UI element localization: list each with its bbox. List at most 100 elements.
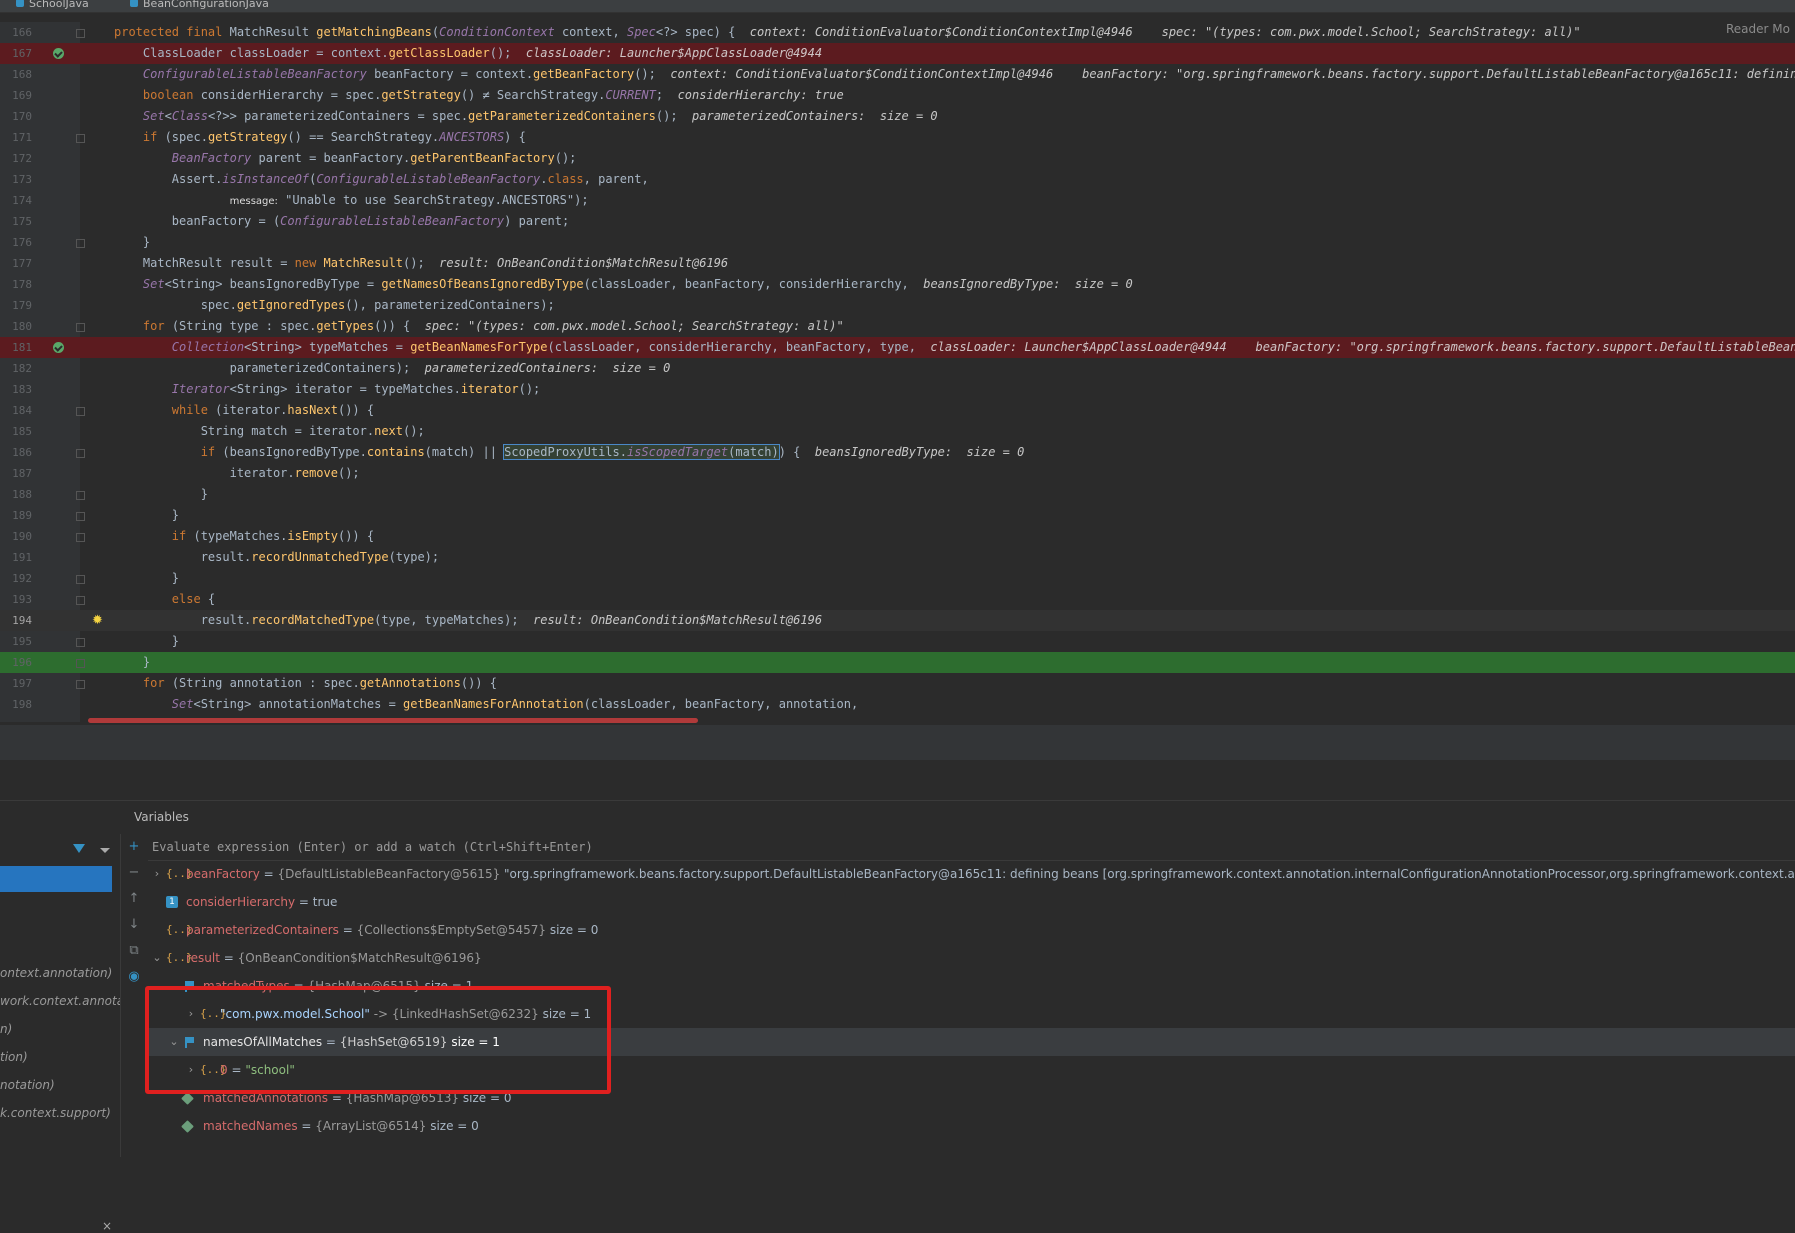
fold-icon[interactable] (76, 680, 85, 689)
line-number[interactable]: 170 (0, 106, 32, 127)
code-text[interactable]: else { (114, 589, 215, 610)
code-text[interactable]: ConfigurableListableBeanFactory beanFact… (114, 64, 1795, 85)
code-text[interactable]: if (spec.getStrategy() == SearchStrategy… (114, 127, 526, 148)
frame-item[interactable]: n) (0, 1022, 120, 1036)
variable-row[interactable]: {..} parameterizedContainers = {Collectio… (148, 916, 1795, 944)
line-number[interactable]: 181 (0, 337, 32, 358)
fold-icon[interactable] (76, 596, 85, 605)
code-text[interactable]: Collection<String> typeMatches = getBean… (114, 337, 1795, 358)
line-number[interactable]: 166 (0, 22, 32, 43)
code-text[interactable]: } (114, 505, 179, 526)
code-line[interactable]: 176 } (0, 232, 1795, 253)
line-number[interactable]: 169 (0, 85, 32, 106)
breakpoint-icon[interactable] (53, 342, 64, 353)
code-line[interactable]: 195 } (0, 631, 1795, 652)
line-number[interactable]: 178 (0, 274, 32, 295)
line-number[interactable]: 196 (0, 652, 32, 673)
code-text[interactable]: MatchResult result = new MatchResult(); … (114, 253, 728, 274)
code-line[interactable]: 167 ClassLoader classLoader = context.ge… (0, 43, 1795, 64)
line-number[interactable]: 179 (0, 295, 32, 316)
line-number[interactable]: 176 (0, 232, 32, 253)
reader-mode-button[interactable]: Reader Mo (1726, 22, 1790, 36)
code-line[interactable]: 183 Iterator<String> iterator = typeMatc… (0, 379, 1795, 400)
code-text[interactable]: String match = iterator.next(); (114, 421, 425, 442)
line-number[interactable]: 167 (0, 43, 32, 64)
code-text[interactable]: message: "Unable to use SearchStrategy.A… (114, 190, 589, 212)
line-number[interactable]: 195 (0, 631, 32, 652)
code-line[interactable]: 181 Collection<String> typeMatches = get… (0, 337, 1795, 358)
variable-row[interactable]: › {..} beanFactory = {DefaultListableBeanF… (148, 860, 1795, 888)
line-number[interactable]: 188 (0, 484, 32, 505)
code-text[interactable]: if (typeMatches.isEmpty()) { (114, 526, 374, 547)
collapse-icon[interactable]: ⌄ (169, 972, 179, 1000)
line-number[interactable]: 172 (0, 148, 32, 169)
variable-row[interactable]: ⌄ matchedTypes = {HashMap@6515} size = 1 (148, 972, 1795, 1000)
code-text[interactable]: Assert.isInstanceOf(ConfigurableListable… (114, 169, 649, 190)
line-number[interactable]: 174 (0, 190, 32, 211)
code-editor[interactable]: SchoolJava BeanConfigurationJava 166 prot… (0, 0, 1795, 730)
code-text[interactable]: Set<Class<?>> parameterizedContainers = … (114, 106, 938, 127)
fold-icon[interactable] (76, 659, 85, 668)
code-text[interactable]: while (iterator.hasNext()) { (114, 400, 374, 421)
frame-item[interactable]: tion) (0, 1050, 120, 1064)
add-watch-icon[interactable]: + (127, 840, 141, 854)
breakpoint-icon[interactable] (53, 48, 64, 59)
code-text[interactable]: parameterizedContainers); parameterizedC… (114, 358, 671, 379)
line-number[interactable]: 183 (0, 379, 32, 400)
evaluate-expression-input[interactable]: Evaluate expression (Enter) or add a wat… (148, 834, 1795, 861)
line-number[interactable]: 194 (0, 610, 32, 631)
variable-row[interactable]: ⌄ {..} result = {OnBeanCondition$MatchResu… (148, 944, 1795, 972)
code-text[interactable]: result.recordMatchedType(type, typeMatch… (114, 610, 822, 631)
code-text[interactable]: beanFactory = (ConfigurableListableBeanF… (114, 211, 569, 232)
code-line[interactable]: 186 if (beansIgnoredByType.contains(matc… (0, 442, 1795, 463)
frame-item[interactable]: ontext.annotation) (0, 966, 120, 980)
code-line[interactable]: 171 if (spec.getStrategy() == SearchStra… (0, 127, 1795, 148)
fold-icon[interactable] (76, 533, 85, 542)
remove-watch-icon[interactable]: − (127, 866, 141, 880)
line-number[interactable]: 177 (0, 253, 32, 274)
code-line[interactable]: 177 MatchResult result = new MatchResult… (0, 253, 1795, 274)
code-line[interactable]: 178 Set<String> beansIgnoredByType = get… (0, 274, 1795, 295)
code-line[interactable]: 194 ✹ result.recordMatchedType(type, type… (0, 610, 1795, 631)
fold-icon[interactable] (76, 575, 85, 584)
eye-icon[interactable]: ◉ (127, 970, 141, 984)
move-up-icon[interactable]: ↑ (127, 892, 141, 906)
code-line[interactable]: 197 for (String annotation : spec.getAnn… (0, 673, 1795, 694)
code-line[interactable]: 175 beanFactory = (ConfigurableListableB… (0, 211, 1795, 232)
fold-icon[interactable] (76, 491, 85, 500)
code-text[interactable]: boolean considerHierarchy = spec.getStra… (114, 85, 844, 106)
code-text[interactable]: for (String type : spec.getTypes()) { sp… (114, 316, 844, 337)
code-line[interactable]: 185 String match = iterator.next(); (0, 421, 1795, 442)
code-line[interactable]: 188 } (0, 484, 1795, 505)
tab-bean-configuration-java[interactable]: BeanConfigurationJava (130, 0, 269, 10)
selected-frame[interactable] (0, 866, 112, 892)
copy-icon[interactable]: ⧉ (127, 944, 141, 958)
line-number[interactable]: 191 (0, 547, 32, 568)
collapse-icon[interactable]: ⌄ (169, 1028, 179, 1056)
code-line[interactable]: 172 BeanFactory parent = beanFactory.get… (0, 148, 1795, 169)
horizontal-scrollbar[interactable] (88, 718, 698, 723)
variable-row[interactable]: ⌄ namesOfAllMatches = {HashSet@6519} size… (148, 1028, 1795, 1056)
line-number[interactable]: 171 (0, 127, 32, 148)
code-text[interactable]: } (114, 484, 208, 505)
code-text[interactable]: iterator.remove(); (114, 463, 360, 484)
filter-icon[interactable] (73, 844, 85, 853)
code-line[interactable]: 166 protected final MatchResult getMatchi… (0, 22, 1795, 43)
code-text[interactable]: } (114, 631, 179, 652)
line-number[interactable]: 180 (0, 316, 32, 337)
expand-icon[interactable]: › (186, 1056, 196, 1084)
line-number[interactable]: 198 (0, 694, 32, 715)
variable-row[interactable]: 1 considerHierarchy = true (148, 888, 1795, 916)
line-number[interactable]: 173 (0, 169, 32, 190)
line-number[interactable]: 184 (0, 400, 32, 421)
line-number[interactable]: 197 (0, 673, 32, 694)
fold-icon[interactable] (76, 449, 85, 458)
frame-item[interactable]: work.context.annotati (0, 994, 120, 1008)
line-number[interactable]: 186 (0, 442, 32, 463)
frame-item[interactable]: k.context.support) (0, 1106, 120, 1120)
close-icon[interactable]: × (102, 1219, 112, 1233)
code-line[interactable]: 174 message: "Unable to use SearchStrate… (0, 190, 1795, 211)
code-text[interactable]: ClassLoader classLoader = context.getCla… (114, 43, 822, 64)
code-line[interactable]: 184 while (iterator.hasNext()) { (0, 400, 1795, 421)
tab-school-java[interactable]: SchoolJava (16, 0, 89, 10)
